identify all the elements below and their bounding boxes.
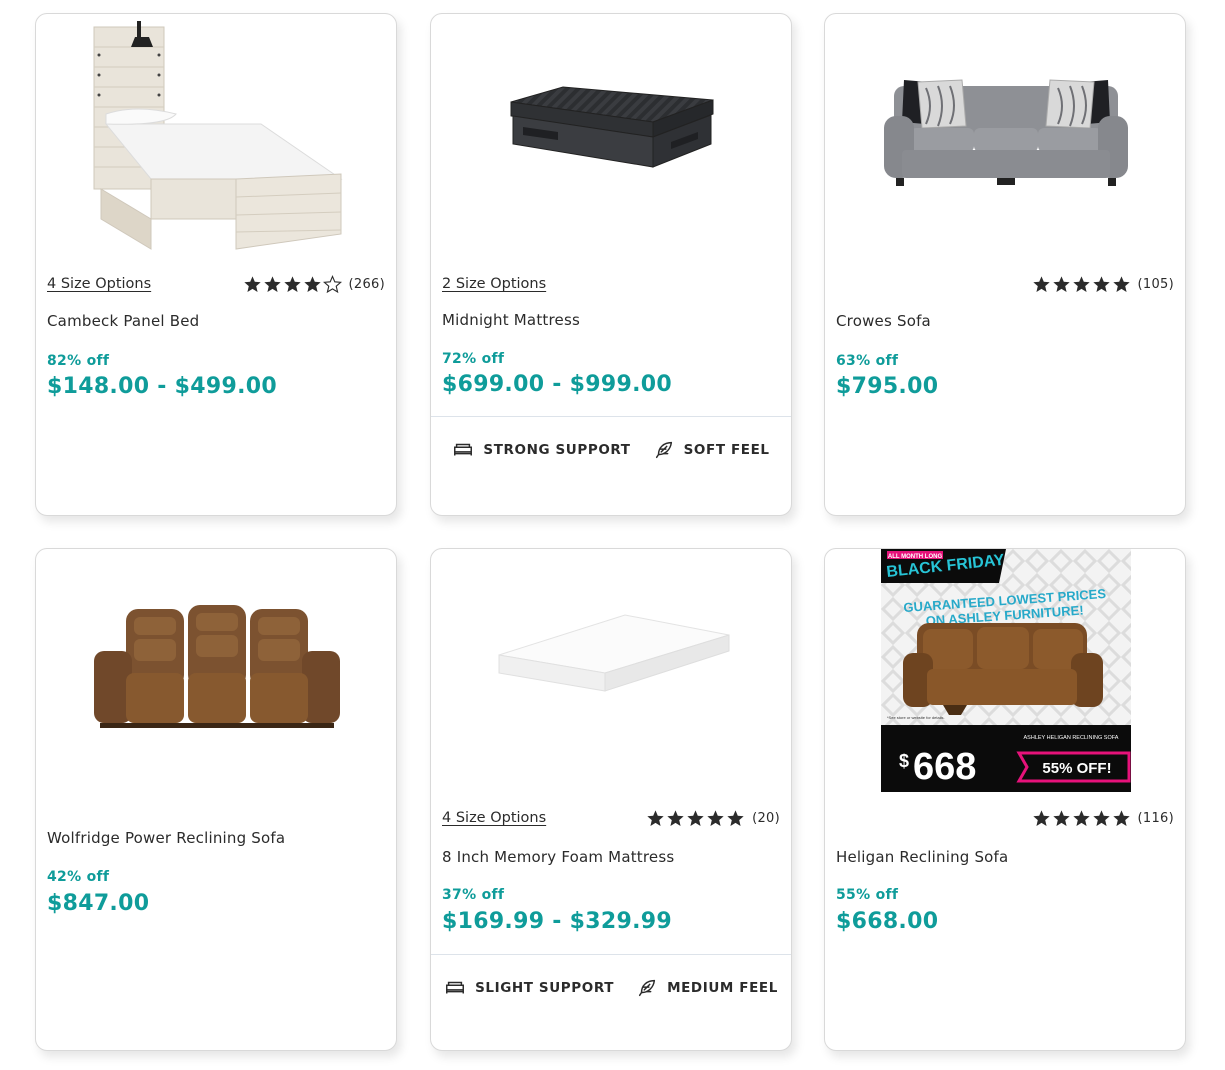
promo-off: 55% OFF! <box>1042 760 1111 777</box>
product-card-wolfridge-reclining-sofa[interactable]: Wolfridge Power Reclining Sofa 42% off $… <box>35 548 397 1051</box>
product-name[interactable]: Crowes Sofa <box>836 312 931 330</box>
feature-support: STRONG SUPPORT <box>452 439 630 461</box>
product-card-memory-foam-mattress[interactable]: 4 Size Options (20) 8 Inch Memory Foam M… <box>430 548 792 1051</box>
star-rating <box>1032 809 1132 828</box>
product-name[interactable]: Heligan Reclining Sofa <box>836 848 1008 866</box>
star-filled-icon <box>667 809 684 826</box>
star-empty-icon <box>322 274 342 293</box>
product-meta-row: 4 Size Options (266) <box>47 273 385 295</box>
product-image[interactable]: ALL MONTH LONG BLACK FRIDAY GUARANTEED L… <box>825 549 1185 799</box>
star-filled-icon <box>263 275 281 292</box>
product-card-heligan-reclining-sofa[interactable]: ALL MONTH LONG BLACK FRIDAY GUARANTEED L… <box>824 548 1186 1051</box>
star-filled-icon <box>647 809 664 826</box>
product-rating[interactable]: (116) <box>1032 809 1174 828</box>
star-filled-icon <box>283 275 301 292</box>
star-filled-icon <box>1072 809 1090 826</box>
promo-price: 668 <box>913 746 976 788</box>
mattress-image <box>510 86 714 168</box>
star-filled-icon <box>707 809 724 826</box>
product-name[interactable]: 8 Inch Memory Foam Mattress <box>442 848 674 866</box>
star-filled-icon <box>1032 809 1050 826</box>
product-meta-row: (105) <box>836 273 1174 295</box>
panel-bed-image <box>93 21 343 250</box>
product-price: $668.00 <box>836 909 939 934</box>
product-image[interactable] <box>36 549 396 799</box>
star-rating <box>1032 275 1132 294</box>
reclining-sofa-image <box>94 605 340 728</box>
star-filled-icon <box>1112 809 1130 826</box>
feather-icon <box>655 441 672 458</box>
discount-label: 37% off <box>442 887 505 903</box>
star-rating <box>646 809 746 828</box>
star-filled-icon <box>1112 275 1130 292</box>
product-image[interactable] <box>431 549 791 799</box>
product-name[interactable]: Cambeck Panel Bed <box>47 312 199 330</box>
star-filled-icon <box>687 809 704 826</box>
product-name[interactable]: Midnight Mattress <box>442 311 580 329</box>
product-rating[interactable]: (266) <box>243 274 385 294</box>
product-price: $148.00 - $499.00 <box>47 374 277 399</box>
product-rating[interactable]: (105) <box>1032 275 1174 294</box>
mattress-features: SLIGHT SUPPORT MEDIUM FEEL <box>431 954 791 1020</box>
product-meta-row: 4 Size Options (20) <box>442 807 780 829</box>
feature-label: SLIGHT SUPPORT <box>475 979 615 996</box>
star-filled-icon <box>1092 809 1110 826</box>
mattress-features: STRONG SUPPORT SOFT FEEL <box>431 416 791 482</box>
sofa-image <box>884 79 1128 186</box>
product-image[interactable] <box>36 14 396 264</box>
star-filled-icon <box>1032 275 1050 292</box>
feature-label: STRONG SUPPORT <box>483 441 631 458</box>
feature-feel: SOFT FEEL <box>653 439 770 461</box>
bed-support-icon <box>454 443 473 455</box>
star-filled-icon <box>727 809 744 826</box>
star-filled-icon <box>243 275 261 292</box>
product-card-cambeck-panel-bed[interactable]: 4 Size Options (266) Cambeck Panel Bed 8… <box>35 13 397 516</box>
product-card-midnight-mattress[interactable]: 2 Size Options Midnight Mattress 72% off… <box>430 13 792 516</box>
star-rating <box>243 274 343 294</box>
promo-footnote: *See store or website for details. <box>887 715 945 720</box>
product-meta-row: (116) <box>836 807 1174 829</box>
size-options-link[interactable]: 4 Size Options <box>442 810 546 826</box>
size-options-link[interactable]: 4 Size Options <box>47 276 151 292</box>
product-price: $169.99 - $329.99 <box>442 909 672 934</box>
feature-label: SOFT FEEL <box>683 441 770 458</box>
size-options-link[interactable]: 2 Size Options <box>442 276 546 292</box>
product-meta-row: 2 Size Options <box>442 273 780 295</box>
product-card-crowes-sofa[interactable]: (105) Crowes Sofa 63% off $795.00 <box>824 13 1186 516</box>
review-count: (105) <box>1137 276 1174 292</box>
product-image[interactable] <box>431 14 791 264</box>
star-filled-icon <box>1072 275 1090 292</box>
foam-mattress-image <box>498 614 730 692</box>
promo-price-symbol: $ <box>899 751 909 771</box>
star-filled-icon <box>1052 809 1070 826</box>
feature-label: MEDIUM FEEL <box>667 979 778 996</box>
product-price: $699.00 - $999.00 <box>442 372 672 397</box>
feather-icon <box>638 979 656 996</box>
review-count: (266) <box>348 276 385 292</box>
product-name[interactable]: Wolfridge Power Reclining Sofa <box>47 829 285 847</box>
product-image[interactable] <box>825 14 1185 264</box>
discount-label: 42% off <box>47 869 110 885</box>
product-price: $795.00 <box>836 374 939 399</box>
star-filled-icon <box>303 275 321 292</box>
discount-label: 72% off <box>442 351 505 367</box>
discount-label: 55% off <box>836 887 899 903</box>
promo-product-label: ASHLEY HELIGAN RECLINING SOFA <box>1024 735 1119 741</box>
black-friday-promo-image: ALL MONTH LONG BLACK FRIDAY GUARANTEED L… <box>881 549 1131 792</box>
discount-label: 82% off <box>47 353 110 369</box>
bed-support-icon <box>446 981 465 993</box>
review-count: (116) <box>1137 810 1174 826</box>
product-rating[interactable]: (20) <box>646 809 780 828</box>
star-filled-icon <box>1092 275 1110 292</box>
review-count: (20) <box>752 810 780 826</box>
discount-label: 63% off <box>836 353 899 369</box>
feature-feel: MEDIUM FEEL <box>636 977 778 999</box>
feature-support: SLIGHT SUPPORT <box>444 977 614 999</box>
product-price: $847.00 <box>47 891 150 916</box>
star-filled-icon <box>1052 275 1070 292</box>
